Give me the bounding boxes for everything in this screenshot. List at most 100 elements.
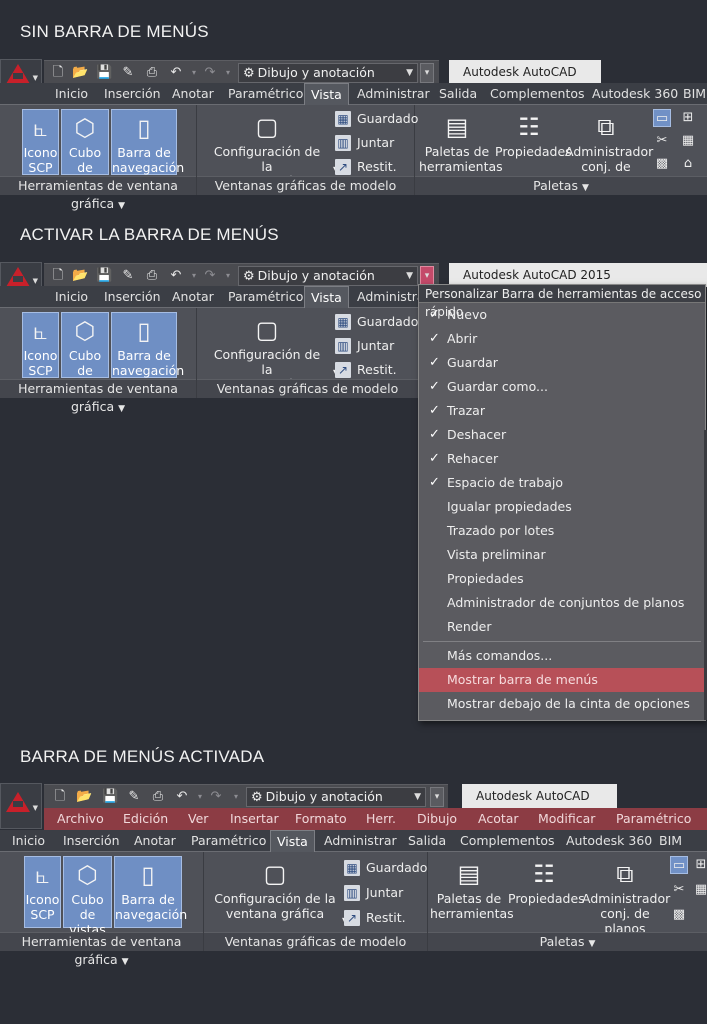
named-viewports-button[interactable]: ▦ Guardado xyxy=(335,109,418,129)
viewport-configuration-button[interactable]: ▢Configuración de laventana gráfica▾ xyxy=(207,109,337,189)
view-cube-button[interactable]: ⬡Cubo devistas xyxy=(63,856,112,937)
menu-item-abrir[interactable]: ✓ Abrir xyxy=(419,327,705,351)
menu-modificar[interactable]: Modificar xyxy=(538,808,595,830)
group-title-viewport-tools[interactable]: Herramientas de ventana gráfica ▼ xyxy=(0,379,196,414)
save-icon[interactable]: 💾 xyxy=(96,268,112,284)
menu-ver[interactable]: Ver xyxy=(188,808,208,830)
workspace-selector[interactable]: ⚙ Dibujo y anotación ▼ xyxy=(238,63,418,83)
calculator-icon[interactable]: ▦ xyxy=(679,132,697,150)
redo-icon[interactable]: ↷ xyxy=(202,65,218,81)
save-icon[interactable]: 💾 xyxy=(102,789,118,805)
tab-parametrico[interactable]: Paramétrico xyxy=(191,830,266,851)
save-as-icon[interactable]: ✎ xyxy=(120,65,136,81)
undo-icon[interactable]: ↶ xyxy=(174,789,190,805)
new-icon[interactable]: 🗋 xyxy=(50,65,66,81)
design-center-icon[interactable]: ⊞ xyxy=(679,109,697,127)
tab-administrar[interactable]: Administrar xyxy=(357,286,418,307)
menu-item-render[interactable]: Render xyxy=(419,615,705,639)
ucs-icon-button[interactable]: ⦜ Icono SCP xyxy=(24,856,61,928)
workspace-selector[interactable]: ⚙ Dibujo y anotación ▼ xyxy=(246,787,426,807)
tab-administrar[interactable]: Administrar xyxy=(357,83,430,104)
join-viewports-button[interactable]: ▥ Juntar xyxy=(335,133,394,153)
properties-button[interactable]: ☷ Propiedades xyxy=(495,109,572,175)
navigation-bar-button[interactable]: ▯ Barra de navegación xyxy=(114,856,187,928)
undo-dropdown-icon[interactable]: ▾ xyxy=(186,268,202,284)
menu-item-guardar-como[interactable]: ✓ Guardar como... xyxy=(419,375,705,399)
sheet-set-manager-button[interactable]: ⧉Administradorconj. de planos xyxy=(565,109,653,189)
menu-item-espacio-de-trabajo[interactable]: ✓ Espacio de trabajo xyxy=(419,471,705,495)
design-center-icon[interactable]: ⊞ xyxy=(692,856,707,874)
undo-dropdown-icon[interactable]: ▾ xyxy=(186,65,202,81)
workspace-selector[interactable]: ⚙ Dibujo y anotación ▼ xyxy=(238,266,418,286)
new-icon[interactable]: 🗋 xyxy=(52,789,68,805)
tab-complementos[interactable]: Complementos xyxy=(460,830,555,851)
undo-icon[interactable]: ↶ xyxy=(168,65,184,81)
menu-item-propiedades[interactable]: Propiedades xyxy=(419,567,705,591)
tab-autodesk-360[interactable]: Autodesk 360 xyxy=(566,830,652,851)
named-viewports-button[interactable]: ▦ Guardado xyxy=(344,858,427,878)
properties-button[interactable]: ☷ Propiedades xyxy=(508,856,585,928)
tab-vista[interactable]: Vista xyxy=(304,286,349,308)
customize-qat-button[interactable]: ▾ xyxy=(420,63,434,83)
customize-qat-button[interactable]: ▾ xyxy=(420,266,434,286)
application-menu-button[interactable]: ▼ xyxy=(0,783,42,829)
group-title-palettes[interactable]: Paletas ▼ xyxy=(415,176,707,195)
menu-dibujo[interactable]: Dibujo xyxy=(417,808,457,830)
menu-item-trazar[interactable]: ✓ Trazar xyxy=(419,399,705,423)
tab-inicio[interactable]: Inicio xyxy=(12,830,45,851)
tab-administrar[interactable]: Administrar xyxy=(324,830,397,851)
menu-item-nuevo[interactable]: ✓ Nuevo xyxy=(419,303,705,327)
group-title-model-viewports[interactable]: Ventanas gráficas de modelo xyxy=(197,379,418,398)
menu-item-vista-preliminar[interactable]: Vista preliminar xyxy=(419,543,705,567)
viewport-configuration-button[interactable]: ▢Configuración de laventana gráfica▾ xyxy=(207,312,337,392)
open-icon[interactable]: 📂 xyxy=(76,789,92,805)
menu-insertar[interactable]: Insertar xyxy=(230,808,279,830)
tab-inicio[interactable]: Inicio xyxy=(55,83,88,104)
tab-autodesk-360[interactable]: Autodesk 360 xyxy=(592,83,678,104)
menu-archivo[interactable]: Archivo xyxy=(57,808,104,830)
restore-viewports-button[interactable]: ↗ Restit. xyxy=(344,908,406,928)
tab-vista[interactable]: Vista xyxy=(270,830,315,852)
group-title-viewport-tools[interactable]: Herramientas de ventana gráfica ▼ xyxy=(0,932,203,967)
undo-dropdown-icon[interactable]: ▾ xyxy=(192,789,208,805)
tab-anotar[interactable]: Anotar xyxy=(172,286,214,307)
menu-item-rehacer[interactable]: ✓ Rehacer xyxy=(419,447,705,471)
group-title-viewport-tools[interactable]: Herramientas de ventana gráfica ▼ xyxy=(0,176,196,211)
command-line-icon[interactable]: ▭ xyxy=(670,856,688,874)
redo-icon[interactable]: ↷ xyxy=(202,268,218,284)
tab-salida[interactable]: Salida xyxy=(408,830,446,851)
plot-icon[interactable]: ⎙ xyxy=(150,789,166,805)
layout-icon[interactable]: ▩ xyxy=(653,155,671,173)
join-viewports-button[interactable]: ▥ Juntar xyxy=(335,336,394,356)
redo-icon[interactable]: ↷ xyxy=(208,789,224,805)
menu-formato[interactable]: Formato xyxy=(295,808,347,830)
ucs-icon-button[interactable]: ⦜ Icono SCP xyxy=(22,109,59,175)
tab-vista[interactable]: Vista xyxy=(304,83,349,105)
menu-herr[interactable]: Herr. xyxy=(366,808,396,830)
group-title-model-viewports[interactable]: Ventanas gráficas de modelo xyxy=(204,932,427,951)
plot-icon[interactable]: ⎙ xyxy=(144,65,160,81)
menu-item-mas-comandos[interactable]: Más comandos... xyxy=(419,644,705,668)
tab-anotar[interactable]: Anotar xyxy=(172,83,214,104)
menu-item-trazado-por-lotes[interactable]: Trazado por lotes xyxy=(419,519,705,543)
calculator-icon[interactable]: ▦ xyxy=(692,881,707,899)
viewport-configuration-button[interactable]: ▢Configuración de laventana gráfica▾ xyxy=(214,856,346,928)
layout-icon[interactable]: ▩ xyxy=(670,906,688,924)
restore-viewports-button[interactable]: ↗ Restit. xyxy=(335,360,397,380)
undo-icon[interactable]: ↶ xyxy=(168,268,184,284)
tab-complementos[interactable]: Complementos xyxy=(490,83,585,104)
tab-insercion[interactable]: Inserción xyxy=(104,83,161,104)
redo-dropdown-icon[interactable]: ▾ xyxy=(220,65,236,81)
tab-bim[interactable]: BIM xyxy=(683,83,706,104)
navigation-bar-button[interactable]: ▯ Barra de navegación xyxy=(111,312,184,378)
sheet-set-manager-button[interactable]: ⧉Administradorconj. de planos xyxy=(582,856,670,936)
tab-salida[interactable]: Salida xyxy=(439,83,477,104)
named-viewports-button[interactable]: ▦ Guardado xyxy=(335,312,418,332)
menu-parametrico[interactable]: Paramétrico xyxy=(616,808,691,830)
restore-viewports-button[interactable]: ↗ Restit. xyxy=(335,157,397,177)
plot-icon[interactable]: ⎙ xyxy=(144,268,160,284)
redo-dropdown-icon[interactable]: ▾ xyxy=(228,789,244,805)
menu-edicion[interactable]: Edición xyxy=(123,808,168,830)
view-cube-button[interactable]: ⬡Cubo devistas xyxy=(61,109,109,190)
menu-acotar[interactable]: Acotar xyxy=(478,808,519,830)
